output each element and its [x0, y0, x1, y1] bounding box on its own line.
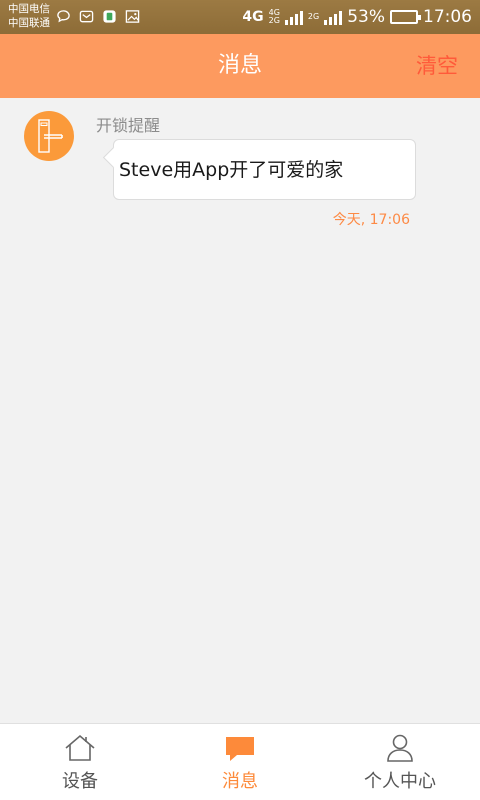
- tab-profile[interactable]: 个人中心: [320, 724, 480, 800]
- bottom-tab-bar: 设备 消息 个人中心: [0, 723, 480, 800]
- tab-messages-label: 消息: [222, 771, 258, 792]
- battery-icon: [390, 10, 421, 24]
- mail-icon: [79, 10, 94, 23]
- carrier-info: 中国电信 中国联通: [8, 2, 50, 30]
- status-bar: 中国电信 中国联通 4G 4G 2G 2G 53% 17:06: [0, 0, 480, 34]
- home-icon: [65, 734, 95, 761]
- image-icon: [125, 10, 140, 23]
- message-bubble: Steve用App开了可爱的家: [113, 139, 416, 200]
- page-title: 消息: [217, 53, 262, 78]
- carrier-2: 中国联通: [8, 17, 50, 29]
- network-type-2-bottom: 2G: [268, 16, 280, 25]
- clock: 17:06: [423, 7, 472, 27]
- network-type-2: 4G 2G: [269, 9, 280, 25]
- status-right: 4G 4G 2G 2G 53% 17:06: [242, 0, 472, 34]
- signal-icon-2: [324, 9, 343, 25]
- app-notification-icon: [103, 10, 116, 23]
- tab-devices[interactable]: 设备: [0, 724, 160, 800]
- tab-profile-label: 个人中心: [364, 771, 436, 792]
- list-item[interactable]: 开锁提醒 Steve用App开了可爱的家 今天, 17:06: [0, 98, 480, 238]
- signal-icon-1: [284, 9, 303, 25]
- network-type-1: 4G: [242, 9, 264, 25]
- message-icon: [226, 737, 254, 761]
- message-time: 今天, 17:06: [332, 212, 410, 228]
- tab-messages[interactable]: 消息: [160, 724, 320, 800]
- network-type-3: 2G: [307, 12, 320, 21]
- app-header: 消息 清空: [0, 34, 480, 98]
- person-icon: [387, 734, 413, 762]
- battery-percent: 53%: [347, 7, 385, 27]
- notification-icons: [56, 9, 140, 24]
- message-text: Steve用App开了可爱的家: [119, 159, 344, 181]
- message-list: 开锁提醒 Steve用App开了可爱的家 今天, 17:06: [0, 98, 480, 723]
- chat-bubble-icon: [57, 10, 70, 23]
- clear-button[interactable]: 清空: [416, 34, 458, 98]
- carrier-1: 中国电信: [8, 3, 50, 15]
- tab-devices-label: 设备: [62, 771, 98, 792]
- avatar: [24, 111, 74, 161]
- door-lock-icon: [38, 119, 63, 153]
- message-title: 开锁提醒: [96, 116, 161, 135]
